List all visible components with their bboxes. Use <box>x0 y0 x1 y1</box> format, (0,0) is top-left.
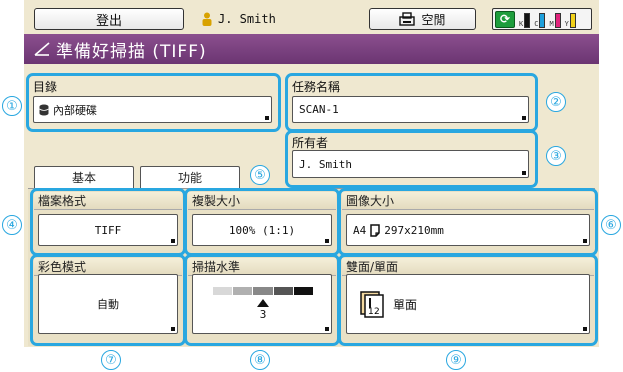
callout-number-5: ⑤ <box>250 165 270 185</box>
callout-frame-2 <box>285 73 538 132</box>
top-bar: 登出 J. Smith 空閒 ⟳ K C M Y <box>24 0 599 34</box>
callout-number-6: ⑥ <box>601 215 621 235</box>
scanner-screen: 登出 J. Smith 空閒 ⟳ KCMY 準備好掃描 (TIFF) 目錄 內部… <box>24 0 599 347</box>
user-icon <box>202 12 212 26</box>
tab-function-label: 功能 <box>177 171 202 185</box>
callout-frame-9 <box>338 254 598 346</box>
ink-level-indicator[interactable]: ⟳ K C M Y <box>492 8 592 30</box>
machine-status-button[interactable]: 空閒 <box>369 8 476 30</box>
user-name: J. Smith <box>218 12 276 26</box>
tab-function[interactable]: 功能 <box>140 166 240 188</box>
tab-basic-label: 基本 <box>71 171 96 185</box>
callout-number-7: ⑦ <box>101 350 121 370</box>
ink-c: C <box>534 11 546 28</box>
user-indicator: J. Smith <box>202 9 276 29</box>
ink-label: M <box>549 19 554 28</box>
ink-y: Y <box>565 11 576 28</box>
ink-bar <box>569 12 576 28</box>
callout-number-3: ③ <box>546 146 566 166</box>
logout-button[interactable]: 登出 <box>34 8 184 30</box>
callout-frame-7 <box>30 254 186 346</box>
page-title: 準備好掃描 (TIFF) <box>56 41 207 62</box>
ink-bars: KCMY <box>519 11 576 28</box>
ink-label: K <box>519 19 524 28</box>
callout-number-1: ① <box>2 96 22 116</box>
callout-frame-5 <box>184 188 340 256</box>
title-bar: 準備好掃描 (TIFF) <box>24 34 599 64</box>
tab-basic[interactable]: 基本 <box>34 166 134 188</box>
logout-label: 登出 <box>95 13 122 29</box>
callout-number-8: ⑧ <box>250 350 270 370</box>
ink-bar <box>539 12 546 28</box>
ink-m: M <box>549 11 561 28</box>
printer-icon <box>399 12 416 26</box>
ink-bar <box>524 12 531 28</box>
callout-frame-1 <box>26 73 281 132</box>
ink-bar <box>554 12 561 28</box>
scan-status-icon <box>34 42 50 56</box>
callout-frame-3 <box>285 130 538 188</box>
ink-label: C <box>534 19 539 28</box>
callout-frame-8 <box>184 254 340 346</box>
machine-status-label: 空閒 <box>421 12 446 27</box>
callout-number-9: ⑨ <box>446 350 466 370</box>
ink-k: K <box>519 11 531 28</box>
refresh-icon: ⟳ <box>495 10 515 28</box>
ink-label: Y <box>564 19 569 28</box>
callout-frame-6 <box>338 188 598 256</box>
callout-frame-4 <box>30 188 186 256</box>
callout-number-2: ② <box>546 92 566 112</box>
callout-number-4: ④ <box>2 215 22 235</box>
